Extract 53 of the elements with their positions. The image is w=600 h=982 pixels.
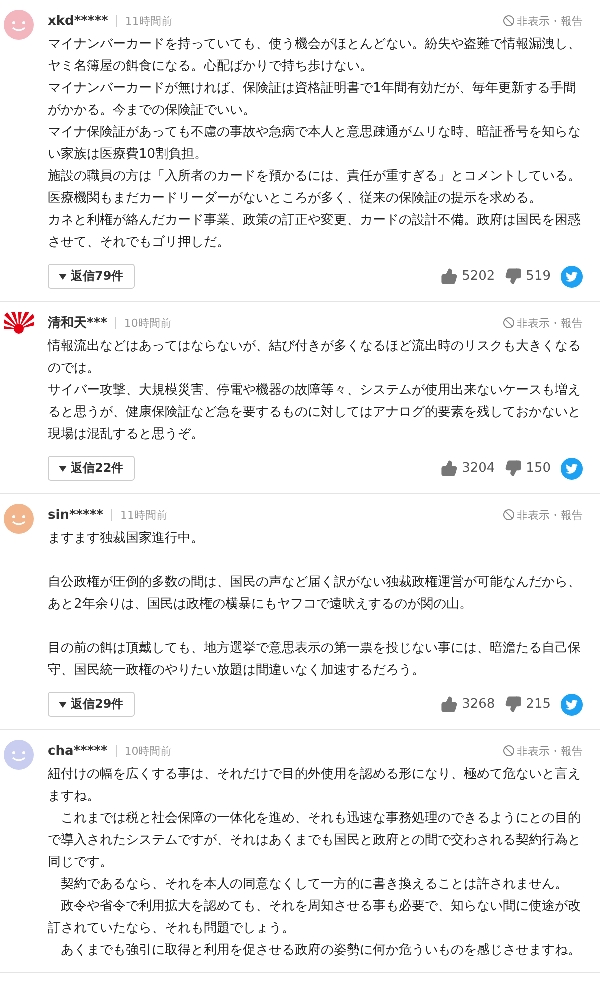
thumbs-up-icon[interactable]: [441, 460, 458, 477]
comment-text: 紐付けの幅を広くする事は、それだけで目的外使用を認める形になり、極めて危ないと言えますね。: [48, 766, 582, 806]
dislike-count: 150: [526, 461, 551, 476]
caret-icon: [59, 274, 67, 280]
twitter-bird-icon[interactable]: [561, 458, 583, 480]
twitter-bird-icon[interactable]: [561, 266, 583, 288]
comment-text: 契約であるなら、それを本人の同意なくして一方的に書き換えることは許されません。: [60, 876, 569, 894]
ban-icon: [503, 15, 515, 27]
comment-text: 施設の職員の方は「入所者のカードを預かるには、責任が重すぎる」とコメントしている。: [48, 168, 582, 186]
comment-text: サイバー攻撃、大規模災害、停電や機器の故障等々、システムが使用出来ないケースも増えると思うが、健康保険証など急を要するものに対してはアナログ的要素を残しておかないと現場は混乱すると思うぞ。: [48, 382, 582, 444]
comment-text: 医療機関もまだカードリーダーがないところが多く、従来の保険証の提示を求める。: [48, 190, 543, 208]
hide-report-link[interactable]: 非表示・報告: [503, 14, 583, 28]
dislike-count: 215: [526, 697, 551, 712]
post-time: 11時間前: [120, 508, 168, 522]
ban-icon: [503, 745, 515, 757]
comment-text: 目の前の餌は頂戴しても、地方選挙で意思表示の第一票を投じない事には、暗澹たる自己保守、国民統一政権のやりたい放題は間違いなく加速するだろう。: [48, 640, 582, 680]
hide-report-link[interactable]: 非表示・報告: [503, 508, 583, 522]
user-name[interactable]: cha*****: [48, 744, 108, 758]
comment-text: マイナンバーカードを持っていても、使う機会がほとんどない。紛失や盗難で情報漏洩し、ヤミ名簿屋の餌食になる。心配ばかりで持ち歩けない。: [48, 36, 582, 76]
post-time: 11時間前: [125, 14, 172, 28]
comment-text: ますます独裁国家進行中。: [48, 530, 205, 548]
comment-text: 情報流出などはあってはならないが、結び付きが多くなるほど流出時のリスクも大きくなるのでは。: [48, 338, 582, 378]
thumbs-down-icon[interactable]: [505, 268, 522, 285]
caret-icon: [59, 702, 67, 708]
comment-text: 政令や省令で利用拡大を認めても、それを周知させる事も必要で、知らない間に使途が改訂されていたなら、それも問題でしょう。: [48, 898, 582, 938]
user-name[interactable]: xkd*****: [48, 14, 108, 28]
ban-icon: [503, 509, 515, 521]
comment-text: これまでは税と社会保障の一体化を進め、それも迅速な事務処理のできるようにとの目的で導入されたシステムですが、それはあくまでも国民と政府との間で交わされる契約行為と同じです。: [48, 810, 582, 872]
caret-icon: [59, 466, 67, 472]
post-time: 10時間前: [124, 316, 172, 330]
thumbs-up-icon[interactable]: [441, 268, 458, 285]
hide-report-link[interactable]: 非表示・報告: [503, 316, 583, 330]
comment-text: 自公政権が圧倒的多数の間は、国民の声など届く訳がない独裁政権運営が可能なんだから、あと2年余りは、国民は政権の横暴にもヤフコで遠吠えするのが関の山。: [48, 574, 582, 614]
comment-text: マイナ保険証があっても不慮の事故や急病で本人と意思疎通がムリな時、暗証番号を知らない家族は医療費10割負担。: [48, 124, 582, 164]
comment-text: あくまでも強引に取得と利用を促させる政府の姿勢に何か危ういものを感じさせますね。: [60, 942, 582, 960]
replies-button[interactable]: 返信22件: [48, 456, 135, 481]
user-name[interactable]: sin*****: [48, 508, 104, 522]
replies-button[interactable]: 返信79件: [48, 264, 135, 289]
ban-icon: [503, 317, 515, 329]
thumbs-down-icon[interactable]: [505, 460, 522, 477]
user-name[interactable]: 清和天***: [48, 314, 108, 332]
comment-text: マイナンバーカードが無ければ、保険証は資格証明書で1年間有効だが、毎年更新する手間がかかる。今までの保険証でいい。: [48, 80, 578, 120]
like-count: 3268: [462, 697, 496, 712]
hide-report-link[interactable]: 非表示・報告: [503, 744, 583, 758]
replies-button[interactable]: 返信29件: [48, 692, 135, 717]
like-count: 3204: [462, 461, 496, 476]
dislike-count: 519: [526, 269, 551, 284]
comment-text: カネと利権が絡んだカード事業、政策の訂正や変更、カードの設計不備。政府は国民を困惑させて、それでもゴリ押しだ。: [48, 212, 582, 252]
thumbs-up-icon[interactable]: [441, 696, 458, 713]
twitter-bird-icon[interactable]: [561, 694, 583, 716]
like-count: 5202: [462, 269, 496, 284]
thumbs-down-icon[interactable]: [505, 696, 522, 713]
post-time: 10時間前: [124, 744, 172, 758]
